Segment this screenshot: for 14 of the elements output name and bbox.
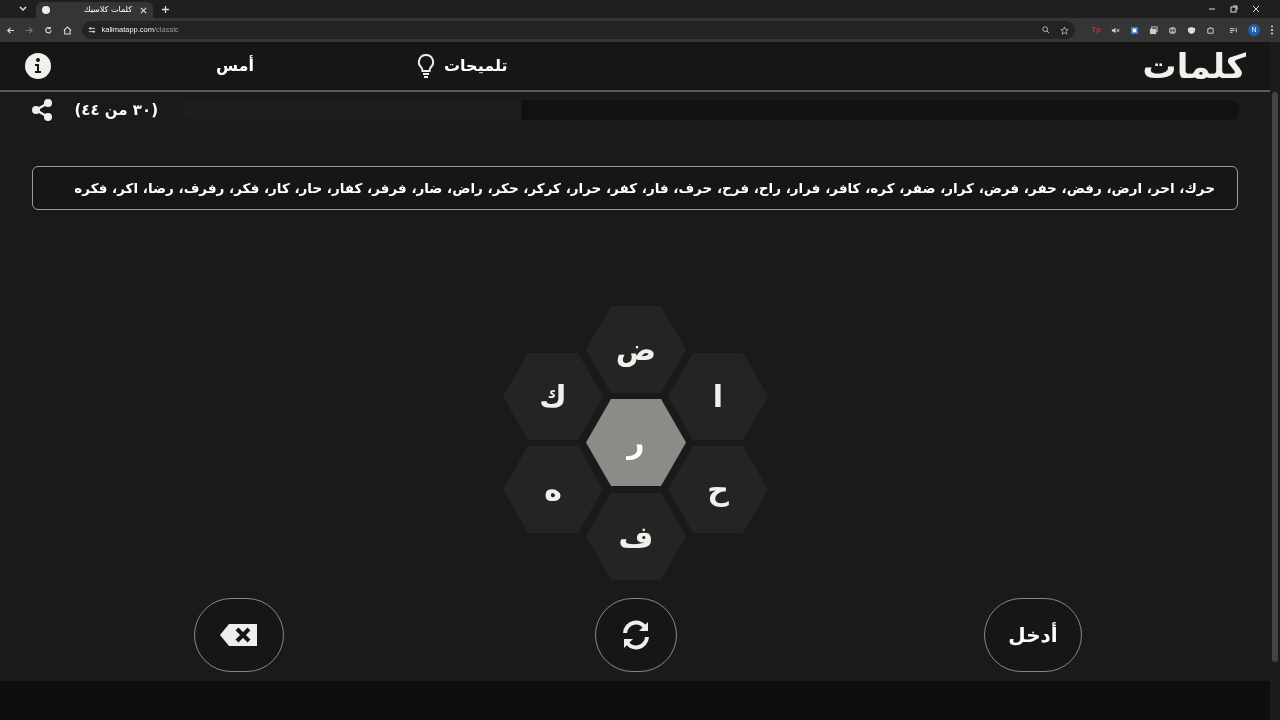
found-words-text: حرك، احر، ارض، رفض، حفر، فرض، كرار، ضفر، كره، كافر، فرار، راح، فرح، حرف، فار، كفر، حرار، كركر، حكر، راض، ضار، فرفر، كفار، حار، كار، فكر، رفرف، رضا، اكر، فكره [73,178,1215,198]
letter-tile[interactable]: ح [668,446,768,533]
letter-tile[interactable]: ا [668,353,768,440]
enter-button[interactable]: أدخل [984,598,1082,672]
hints-link[interactable]: تلميحات [416,53,508,79]
app-logo: كلمات [1142,49,1246,83]
tab-title: كلمات كلاسيك [82,4,133,16]
letter-tile[interactable]: ك [503,353,603,440]
browser-tab[interactable]: كلمات كلاسيك [36,2,153,18]
letter-tile[interactable]: ه [503,446,603,533]
yesterday-link[interactable]: أمس [216,54,254,78]
letter-tile[interactable]: ض [586,306,686,393]
letter-tile[interactable]: ف [586,493,686,580]
progress-count: (٣٠ من ٤٤) [73,99,158,121]
